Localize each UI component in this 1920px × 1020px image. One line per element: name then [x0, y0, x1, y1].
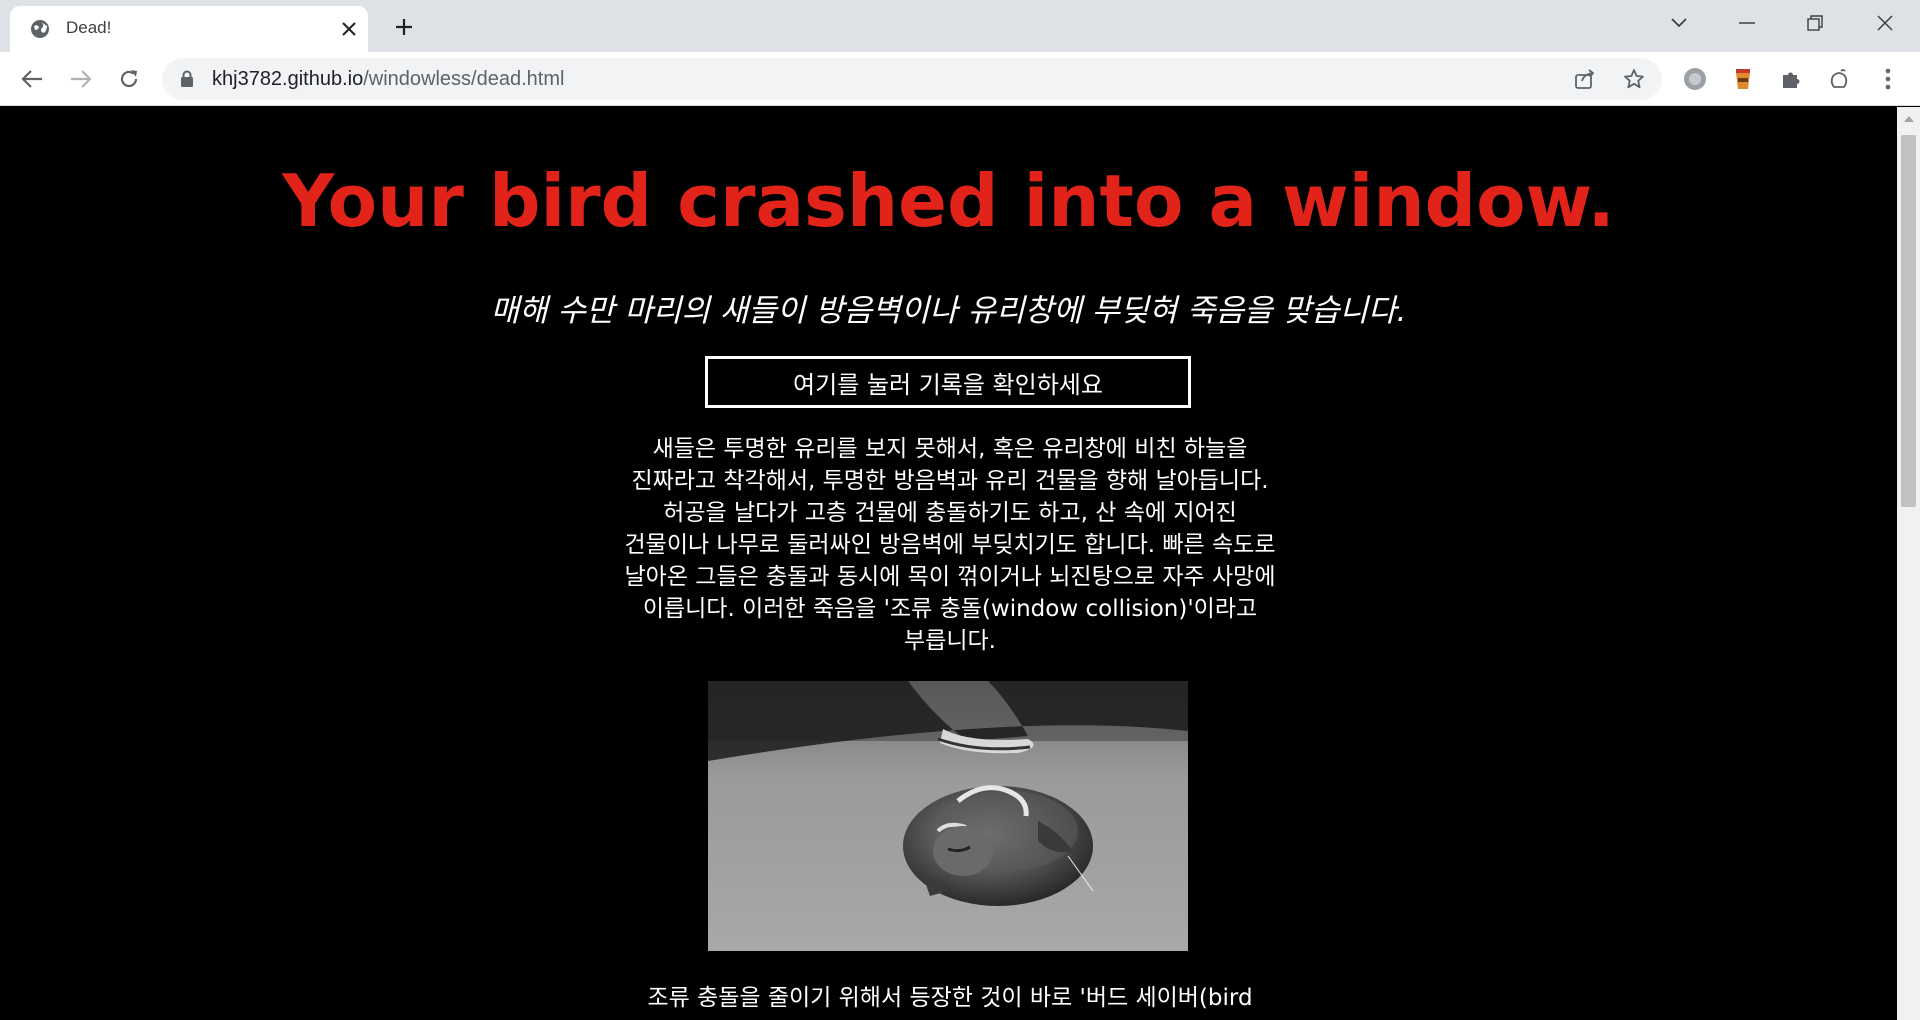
forward-arrow-icon[interactable] — [64, 62, 98, 96]
extension-cup-icon[interactable] — [1728, 64, 1758, 94]
address-bar[interactable]: khj3782.github.io/windowless/dead.html — [162, 58, 1662, 100]
second-paragraph: 조류 충돌을 줄이기 위해서 등장한 것이 바로 '버드 세이버(bird — [575, 982, 1325, 1014]
extensions-puzzle-icon[interactable] — [1776, 64, 1806, 94]
page-subtitle: 매해 수만 마리의 새들이 방음벽이나 유리창에 부딪혀 죽음을 맞습니다. — [490, 293, 1407, 329]
extension-dns-icon[interactable] — [1680, 64, 1710, 94]
paragraph-line: 부릅니다. — [904, 628, 996, 654]
paragraph-line: 날아온 그들은 충돌과 동시에 목이 꺾이거나 뇌진탕으로 자주 사망에 — [624, 564, 1276, 590]
paragraph-line: 새들은 투명한 유리를 보지 못해서, 혹은 유리창에 비친 하늘을 — [652, 436, 1248, 462]
lock-icon[interactable] — [180, 70, 194, 92]
view-records-button[interactable]: 여기를 눌러 기록을 확인하세요 — [705, 356, 1191, 408]
close-window-icon[interactable] — [1865, 8, 1905, 38]
close-tab-icon[interactable] — [337, 17, 361, 41]
dead-bird-photo — [708, 681, 1188, 951]
scroll-up-arrow-icon[interactable] — [1897, 107, 1920, 129]
scrollbar-thumb[interactable] — [1901, 135, 1916, 507]
menu-kebab-icon[interactable] — [1873, 64, 1903, 94]
share-icon[interactable] — [1572, 66, 1598, 92]
url-path: /windowless/dead.html — [363, 68, 565, 90]
url-text[interactable]: khj3782.github.io/windowless/dead.html — [212, 68, 564, 91]
new-tab-icon[interactable] — [390, 13, 418, 41]
paragraph-line: 조류 충돌을 줄이기 위해서 등장한 것이 바로 '버드 세이버(bird — [647, 985, 1253, 1011]
url-host: khj3782.github.io — [212, 68, 364, 90]
globe-icon — [30, 19, 50, 39]
restore-icon[interactable] — [1795, 8, 1835, 38]
paragraph-line: 이릅니다. 이러한 죽음을 '조류 충돌(window collision)'이… — [642, 596, 1258, 622]
reload-icon[interactable] — [112, 62, 146, 96]
tab-search-chevron-icon[interactable] — [1659, 8, 1699, 38]
browser-tab[interactable]: Dead! — [10, 6, 368, 52]
paragraph-line: 허공을 날다가 고층 건물에 충돌하기도 하고, 산 속에 지어진 — [663, 500, 1237, 526]
tab-title: Dead! — [66, 18, 112, 37]
page-scrollbar[interactable] — [1897, 107, 1920, 1020]
profile-icon[interactable] — [1824, 64, 1854, 94]
explanation-paragraph: 새들은 투명한 유리를 보지 못해서, 혹은 유리창에 비친 하늘을 진짜라고 … — [575, 433, 1325, 657]
browser-toolbar: khj3782.github.io/windowless/dead.html — [0, 52, 1920, 106]
bookmark-star-icon[interactable] — [1621, 66, 1647, 92]
paragraph-line: 건물이나 나무로 둘러싸인 방음벽에 부딪치기도 합니다. 빠른 속도로 — [624, 532, 1276, 558]
page-headline: Your bird crashed into a window. — [282, 159, 1615, 243]
minimize-icon[interactable] — [1727, 8, 1767, 38]
page-content: Your bird crashed into a window. 매해 수만 마… — [0, 107, 1897, 1020]
tab-strip: Dead! — [0, 0, 1920, 52]
back-arrow-icon[interactable] — [15, 62, 49, 96]
paragraph-line: 진짜라고 착각해서, 투명한 방음벽과 유리 건물을 향해 날아듭니다. — [631, 468, 1269, 494]
